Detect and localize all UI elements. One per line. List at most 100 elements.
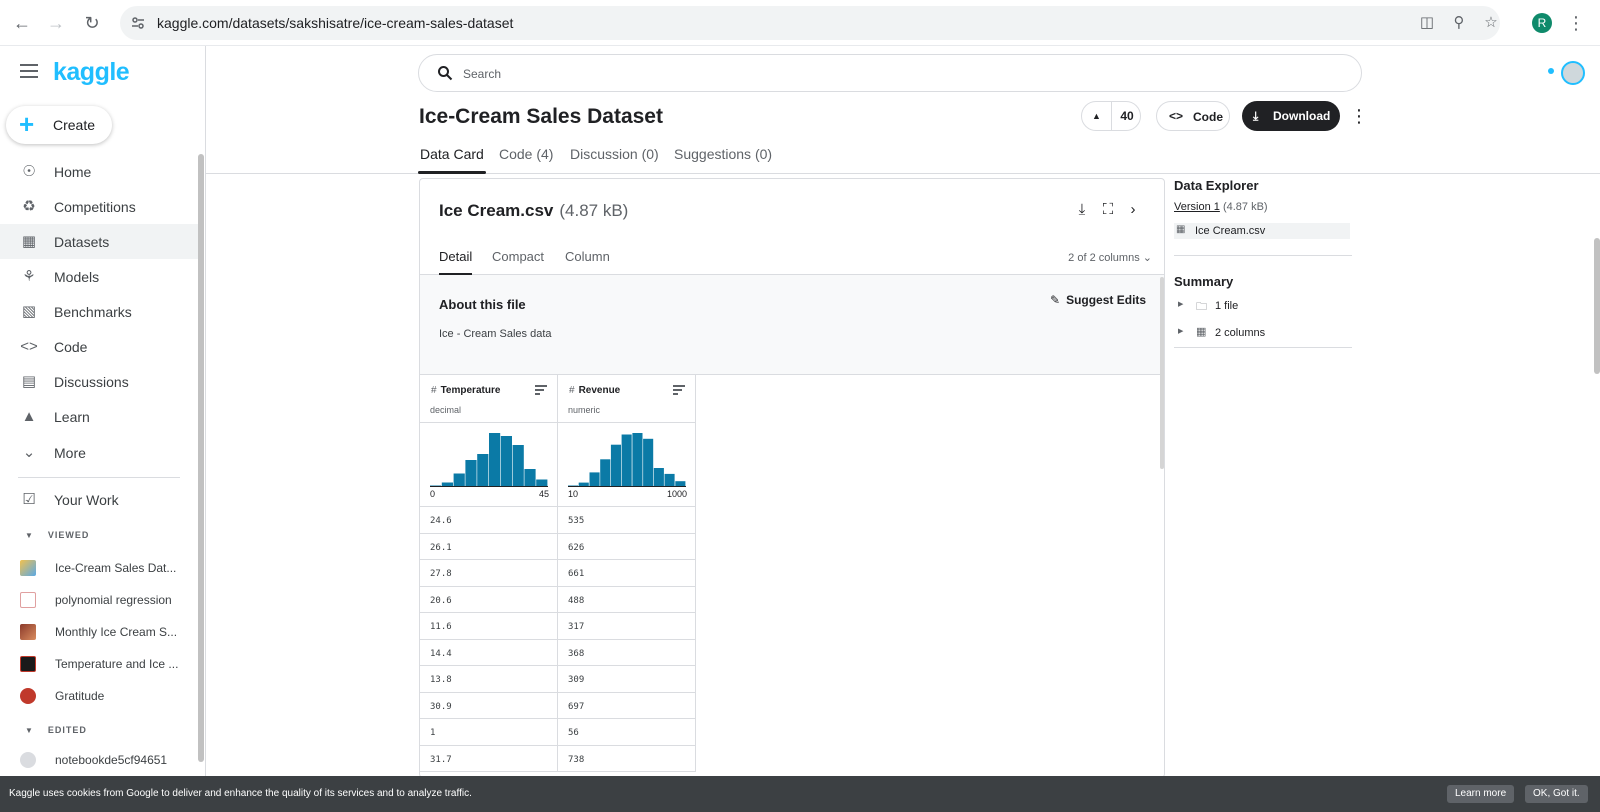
histogram-bar[interactable] [653,468,664,487]
histogram-bar[interactable] [621,434,632,488]
histogram-bar[interactable] [643,438,654,487]
summary-item-files[interactable]: ▶ 🗀 1 file [1174,293,1354,320]
install-icon[interactable]: ◫ [1418,14,1436,32]
histogram-bar[interactable] [489,433,501,487]
histogram-chart[interactable] [568,429,686,487]
table-cell[interactable]: 368 [558,640,695,666]
viewed-item[interactable]: Monthly Ice Cream S... [0,618,198,646]
viewed-item[interactable]: Temperature and Ice ... [0,650,198,678]
upvote-arrow-icon[interactable]: ▲ [1082,102,1112,130]
histogram-bar[interactable] [664,473,675,487]
main-scrollbar[interactable] [1594,238,1600,374]
zoom-icon[interactable]: ⚲ [1450,14,1468,32]
column-selector[interactable]: 2 of 2 columns ⌄ [1068,251,1152,264]
table-cell[interactable]: 14.4 [420,640,557,666]
tab-suggestions[interactable]: Suggestions (0) [674,146,772,162]
column-histogram[interactable]: 10 1000 [558,423,695,507]
viewed-section-header[interactable]: ▼ VIEWED [25,530,89,540]
table-cell[interactable]: 661 [558,560,695,587]
table-cell[interactable]: 317 [558,613,695,640]
sidebar-item-your-work[interactable]: ☑ Your Work [0,482,198,517]
column-header[interactable]: # Temperature decimal [420,375,557,423]
bookmark-star-icon[interactable]: ☆ [1482,14,1500,32]
reload-icon[interactable]: ↻ [80,11,104,35]
viewed-item[interactable]: Gratitude [0,682,198,710]
sidebar-item-learn[interactable]: ▲ Learn [0,399,198,434]
summary-item-columns[interactable]: ▶ ▦ 2 columns [1174,320,1354,347]
viewed-item[interactable]: polynomial regression [0,586,198,614]
sidebar-item-datasets[interactable]: ▦ Datasets [0,224,204,259]
upvote-button[interactable]: ▲ 40 [1081,101,1141,131]
column-histogram[interactable]: 0 45 [420,423,557,507]
site-settings-icon[interactable] [130,15,146,31]
table-cell[interactable]: 27.8 [420,560,557,587]
search-input[interactable]: Search [418,54,1362,92]
sidebar-item-home[interactable]: ☉ Home [0,154,198,189]
table-cell[interactable]: 30.9 [420,693,557,719]
version-link[interactable]: Version 1 [1174,201,1220,213]
card-scrollbar[interactable] [1160,277,1164,469]
explorer-file-item[interactable]: ▦ Ice Cream.csv [1174,223,1350,239]
address-bar[interactable]: kaggle.com/datasets/sakshisatre/ice-crea… [120,6,1500,40]
table-cell[interactable]: 24.6 [420,507,557,534]
table-cell[interactable]: 20.6 [420,587,557,613]
table-cell[interactable]: 11.6 [420,613,557,640]
table-cell[interactable]: 535 [558,507,695,534]
kaggle-logo[interactable]: kaggle [53,58,130,87]
table-cell[interactable]: 697 [558,693,695,719]
chevron-right-icon[interactable]: › [1124,201,1142,219]
download-file-icon[interactable]: ⤓ [1073,201,1091,219]
download-button[interactable]: ⤓ Download [1242,101,1340,131]
sidebar-item-benchmarks[interactable]: ▧ Benchmarks [0,294,198,329]
histogram-bar[interactable] [465,460,477,487]
browser-profile-avatar[interactable]: R [1532,13,1552,33]
back-icon[interactable]: ← [10,11,34,35]
table-cell[interactable]: 1 [420,719,557,746]
histogram-bar[interactable] [453,473,465,488]
histogram-bar[interactable] [524,469,536,487]
version-selector[interactable]: Version 1 (4.87 kB) [1174,201,1354,213]
suggest-edits-button[interactable]: ✎ Suggest Edits [1050,293,1146,307]
tab-code[interactable]: Code (4) [499,146,553,162]
histogram-bar[interactable] [536,479,548,488]
sidebar-item-more[interactable]: ⌄ More [0,435,198,470]
tab-discussion[interactable]: Discussion (0) [570,146,659,162]
table-cell[interactable]: 488 [558,587,695,613]
sidebar-scrollbar[interactable] [198,154,204,762]
sidebar-item-models[interactable]: ⚘ Models [0,259,198,294]
histogram-chart[interactable] [430,429,548,487]
table-cell[interactable]: 309 [558,666,695,693]
table-cell[interactable]: 56 [558,719,695,746]
table-cell[interactable]: 26.1 [420,534,557,560]
expand-caret-icon[interactable]: ▶ [1178,327,1183,335]
table-cell[interactable]: 738 [558,746,695,772]
fullscreen-icon[interactable]: ⛶ [1099,201,1117,219]
column-header[interactable]: # Revenue numeric [558,375,695,423]
table-cell[interactable]: 626 [558,534,695,560]
histogram-bar[interactable] [600,459,611,487]
histogram-bar[interactable] [610,444,621,487]
edited-item[interactable]: notebookde5cf94651 [0,746,198,774]
tab-compact[interactable]: Compact [492,249,544,264]
expand-caret-icon[interactable]: ▶ [1178,300,1183,308]
tab-detail[interactable]: Detail [439,249,473,276]
histogram-bar[interactable] [500,436,512,487]
create-button[interactable]: + Create [6,106,112,144]
sort-icon[interactable] [673,385,685,395]
ok-got-it-button[interactable]: OK, Got it. [1525,785,1588,803]
histogram-bar[interactable] [632,433,643,487]
viewed-item[interactable]: Ice-Cream Sales Dat... [0,554,198,582]
more-options-icon[interactable]: ⋮ [1350,104,1368,128]
sort-icon[interactable] [535,385,547,395]
sidebar-item-discussions[interactable]: ▤ Discussions [0,364,198,399]
edited-section-header[interactable]: ▼ EDITED [25,725,87,735]
url-text[interactable]: kaggle.com/datasets/sakshisatre/ice-crea… [157,15,513,31]
histogram-bar[interactable] [512,445,524,487]
hamburger-menu-icon[interactable] [20,64,38,78]
table-cell[interactable]: 13.8 [420,666,557,693]
histogram-bar[interactable] [589,472,600,487]
table-cell[interactable]: 31.7 [420,746,557,772]
sidebar-item-code[interactable]: <> Code [0,329,198,364]
code-button[interactable]: <> Code [1156,101,1230,131]
tab-column[interactable]: Column [565,249,610,264]
